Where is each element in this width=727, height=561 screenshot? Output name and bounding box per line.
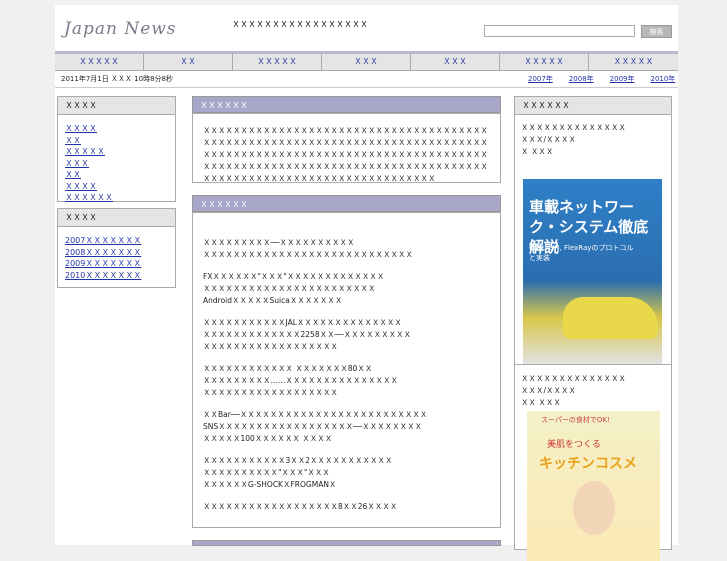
news-line: ＸＸＸＸＸＸＸＸＸＸＸＸＸＸＸＸＸＸＸＸＸＸＸＸＸＸＸＸ (203, 250, 413, 259)
site-logo[interactable]: Japan News (64, 19, 177, 39)
section1-text: ＸＸＸＸＸＸＸＸＸＸＸＸＸＸＸＸＸＸＸＸＸＸＸＸＸＸＸＸＸＸＸＸＸＸＸＸＸＸＸＸ… (203, 126, 488, 183)
book-item: ＸＸＸＸＸＸＸＸＸＸＸＸＸＸ ＸＸＸ/ＸＸＸＸ Ｘ ＸＸＸ 車載ネットワーク・シ… (515, 114, 671, 365)
section3-heading (192, 540, 501, 546)
archive-list: 2007ＸＸＸＸＸＸＸ 2008ＸＸＸＸＸＸＸ 2009ＸＸＸＸＸＸＸ 2010… (58, 227, 175, 281)
date-bar: 2011年7月1日 ＸＸＸ 10時8分8秒 2007年 2008年 2009年 … (55, 71, 678, 88)
section2-heading: ＸＸＸＸＸＸ (192, 195, 501, 212)
year-link[interactable]: 2009年 (610, 74, 635, 84)
nav-item[interactable]: ＸＸＸＸＸ (500, 54, 589, 70)
news-line: AndroidＸＸＸＸＸSuicaＸＸＸＸＸＸＸ (203, 296, 343, 305)
main-nav: ＸＸＸＸＸ ＸＸ ＸＸＸＸＸ ＸＸＸ ＸＸＸ ＸＸＸＸＸ ＸＸＸＸＸ (55, 54, 678, 71)
nav-item[interactable]: ＸＸＸ (411, 54, 500, 70)
category-box: ＸＸＸＸ ＸＸＸＸ ＸＸ ＸＸＸＸＸ ＸＸＸ ＸＸ ＸＸＸＸ ＸＸＸＸＸＸ (57, 96, 176, 202)
news-line: ＸＸＸＸＸＸＸＸＸ……ＸＸＸＸＸＸＸＸＸＸＸＸＸＸＸ (203, 376, 398, 385)
year-link[interactable]: 2008年 (569, 74, 594, 84)
category-list: ＸＸＸＸ ＸＸ ＸＸＸＸＸ ＸＸＸ ＸＸ ＸＸＸＸ ＸＸＸＸＸＸ (58, 115, 175, 204)
year-link[interactable]: 2010年 (650, 74, 675, 84)
book-author: ＸＸＸ/ＸＸＸＸ (521, 386, 577, 395)
header: Japan News ＸＸＸＸＸＸＸＸＸＸＸＸＸＸＸＸＸ 検索 (55, 5, 678, 54)
cover-title: 美肌をつくる (547, 440, 601, 450)
news-line (203, 445, 492, 455)
book-title[interactable]: ＸＸＸＸＸＸＸＸＸＸＸＸＸＸ (521, 373, 626, 385)
news-line[interactable]: ＸＸＸＸＸＸＸＸＸＸＸＸＸＸＸＸＸＸ8ＸＸ26ＸＸＸＸ (203, 501, 492, 513)
book-price: ＸＸ ＸＸＸ (521, 398, 561, 407)
news-line[interactable]: ＸＸＸＸＸＸＸＸＸ──ＸＸＸＸＸＸＸＸＸＸ (203, 237, 492, 249)
news-line (203, 491, 492, 501)
book-item: ＸＸＸＸＸＸＸＸＸＸＸＸＸＸ ＸＸＸ/ＸＸＸＸ ＸＸ ＸＸＸ スーパーの食材でO… (515, 365, 671, 561)
current-date: 2011年7月1日 ＸＸＸ 10時8分8秒 (61, 75, 173, 83)
archive-box: ＸＸＸＸ 2007ＸＸＸＸＸＸＸ 2008ＸＸＸＸＸＸＸ 2009ＸＸＸＸＸＸＸ… (57, 208, 176, 288)
cover-subtitle: CAN, LIN, FlexRayのプロトコルと実装 (529, 244, 634, 262)
news-line (203, 307, 492, 317)
news-line[interactable]: ＸＸBar──ＸＸＸＸＸＸＸＸＸＸＸＸＸＸＸＸＸＸＸＸＸＸＸＸＸ (203, 409, 492, 421)
archive-link[interactable]: 2008ＸＸＸＸＸＸＸ (65, 248, 141, 257)
news-line (203, 261, 492, 271)
book-cover[interactable]: 車載ネットワーク・システム徹底解説 CAN, LIN, FlexRayのプロトコ… (523, 179, 662, 364)
news-line[interactable]: ＸＸＸＸＸＸＸＸＸＸＸ3ＸＸ2ＸＸＸＸＸＸＸＸＸＸＸ (203, 455, 492, 467)
nav-item[interactable]: ＸＸＸＸＸ (233, 54, 322, 70)
news-box: ＸＸＸＸＸＸＸＸＸ──ＸＸＸＸＸＸＸＸＸＸ ＸＸＸＸＸＸＸＸＸＸＸＸＸＸＸＸＸＸ… (192, 212, 501, 528)
category-link[interactable]: ＸＸＸ (65, 159, 89, 168)
news-line: SNSＸＸＸＸＸＸＸＸＸＸＸＸＸＸＸＸＸＸ──ＸＸＸＸＸＸＸＸ (203, 422, 423, 431)
archive-heading: ＸＸＸＸ (58, 209, 175, 227)
category-link[interactable]: ＸＸＸＸ (65, 182, 97, 191)
nav-item[interactable]: ＸＸＸＸＸ (589, 54, 678, 70)
cover-title: キッチンコスメ (539, 456, 637, 472)
news-line: ＸＸＸＸＸＸＸＸＸＸＸＸＸＸＸＸＸＸＸＸＸＸＸ (203, 284, 376, 293)
page: Japan News ＸＸＸＸＸＸＸＸＸＸＸＸＸＸＸＸＸ 検索 ＸＸＸＸＸ ＸＸ… (55, 5, 678, 561)
news-line: ＸＸＸＸＸＸＸＸＸＸＸＸＸＸＸＸＸＸ (203, 388, 338, 397)
archive-link[interactable]: 2010ＸＸＸＸＸＸＸ (65, 271, 141, 280)
archive-link[interactable]: 2007ＸＸＸＸＸＸＸ (65, 236, 141, 245)
news-line[interactable]: ＸＸＸＸＸＸＸＸＸＸＸＸ ＸＸＸＸＸＸＸ80ＸＸ (203, 363, 492, 375)
news-line: ＸＸＸＸＸＸＸＸＸＸＸＸＸＸＸＸＸＸ (203, 342, 338, 351)
archive-link[interactable]: 2009ＸＸＸＸＸＸＸ (65, 259, 141, 268)
book-cover[interactable]: スーパーの食材でOK! 美肌をつくる キッチンコスメ (527, 411, 660, 561)
nav-item[interactable]: ＸＸＸＸＸ (55, 54, 144, 70)
search-input[interactable] (484, 25, 635, 37)
year-link[interactable]: 2007年 (528, 74, 553, 84)
news-line (203, 399, 492, 409)
site-tagline: ＸＸＸＸＸＸＸＸＸＸＸＸＸＸＸＸＸ (232, 20, 368, 29)
book-author: ＸＸＸ/ＸＸＸＸ (521, 135, 577, 144)
section1-heading: ＸＸＸＸＸＸ (192, 96, 501, 113)
year-links: 2007年 2008年 2009年 2010年 (528, 74, 675, 84)
category-link[interactable]: ＸＸ (65, 136, 81, 145)
news-line[interactable]: ＸＸＸＸＸＸＸＸＸＸＸJALＸＸＸＸＸＸＸＸＸＸＸＸＸＸ (203, 317, 492, 329)
news-line (203, 353, 492, 363)
news-line: ＸＸＸＸＸＸＸＸＸＸＸＸＸ2258ＸＸ──ＸＸＸＸＸＸＸＸＸ (203, 330, 412, 339)
car-image (563, 297, 658, 339)
book-heading: ＸＸＸＸＸＸ (515, 97, 671, 115)
category-link[interactable]: ＸＸＸＸＸＸ (65, 193, 113, 202)
category-link[interactable]: ＸＸＸＸＸ (65, 147, 105, 156)
category-heading: ＸＸＸＸ (58, 97, 175, 115)
news-line: ＸＸＸＸＸＸＸＸＸＸ"ＸＸＸ"ＸＸＸ (203, 468, 330, 477)
news-line: ＸＸＸＸＸＸG-SHOCKＸFROGMANＸ (203, 480, 337, 489)
nav-item[interactable]: ＸＸＸ (322, 54, 411, 70)
cover-line: スーパーの食材でOK! (541, 416, 610, 424)
search-button[interactable]: 検索 (641, 25, 672, 38)
book-price: Ｘ ＸＸＸ (521, 147, 554, 156)
book-box: ＸＸＸＸＸＸ ＸＸＸＸＸＸＸＸＸＸＸＸＸＸ ＸＸＸ/ＸＸＸＸ Ｘ ＸＸＸ 車載ネ… (514, 96, 672, 561)
news-line: ＸＸＸＸＸ100ＸＸＸＸＸＸ ＸＸＸＸ (203, 434, 333, 443)
nav-item[interactable]: ＸＸ (144, 54, 233, 70)
category-link[interactable]: ＸＸ (65, 170, 81, 179)
section1-box: ＸＸＸＸＸＸＸＸＸＸＸＸＸＸＸＸＸＸＸＸＸＸＸＸＸＸＸＸＸＸＸＸＸＸＸＸＸＸＸＸ… (192, 113, 501, 183)
category-link[interactable]: ＸＸＸＸ (65, 124, 97, 133)
news-line[interactable]: FXＸＸＸＸＸＸ"ＸＸＸ"ＸＸＸＸＸＸＸＸＸＸＸＸＸ (203, 271, 492, 283)
book-title[interactable]: ＸＸＸＸＸＸＸＸＸＸＸＸＸＸ (521, 122, 626, 134)
face-illustration (573, 481, 615, 535)
